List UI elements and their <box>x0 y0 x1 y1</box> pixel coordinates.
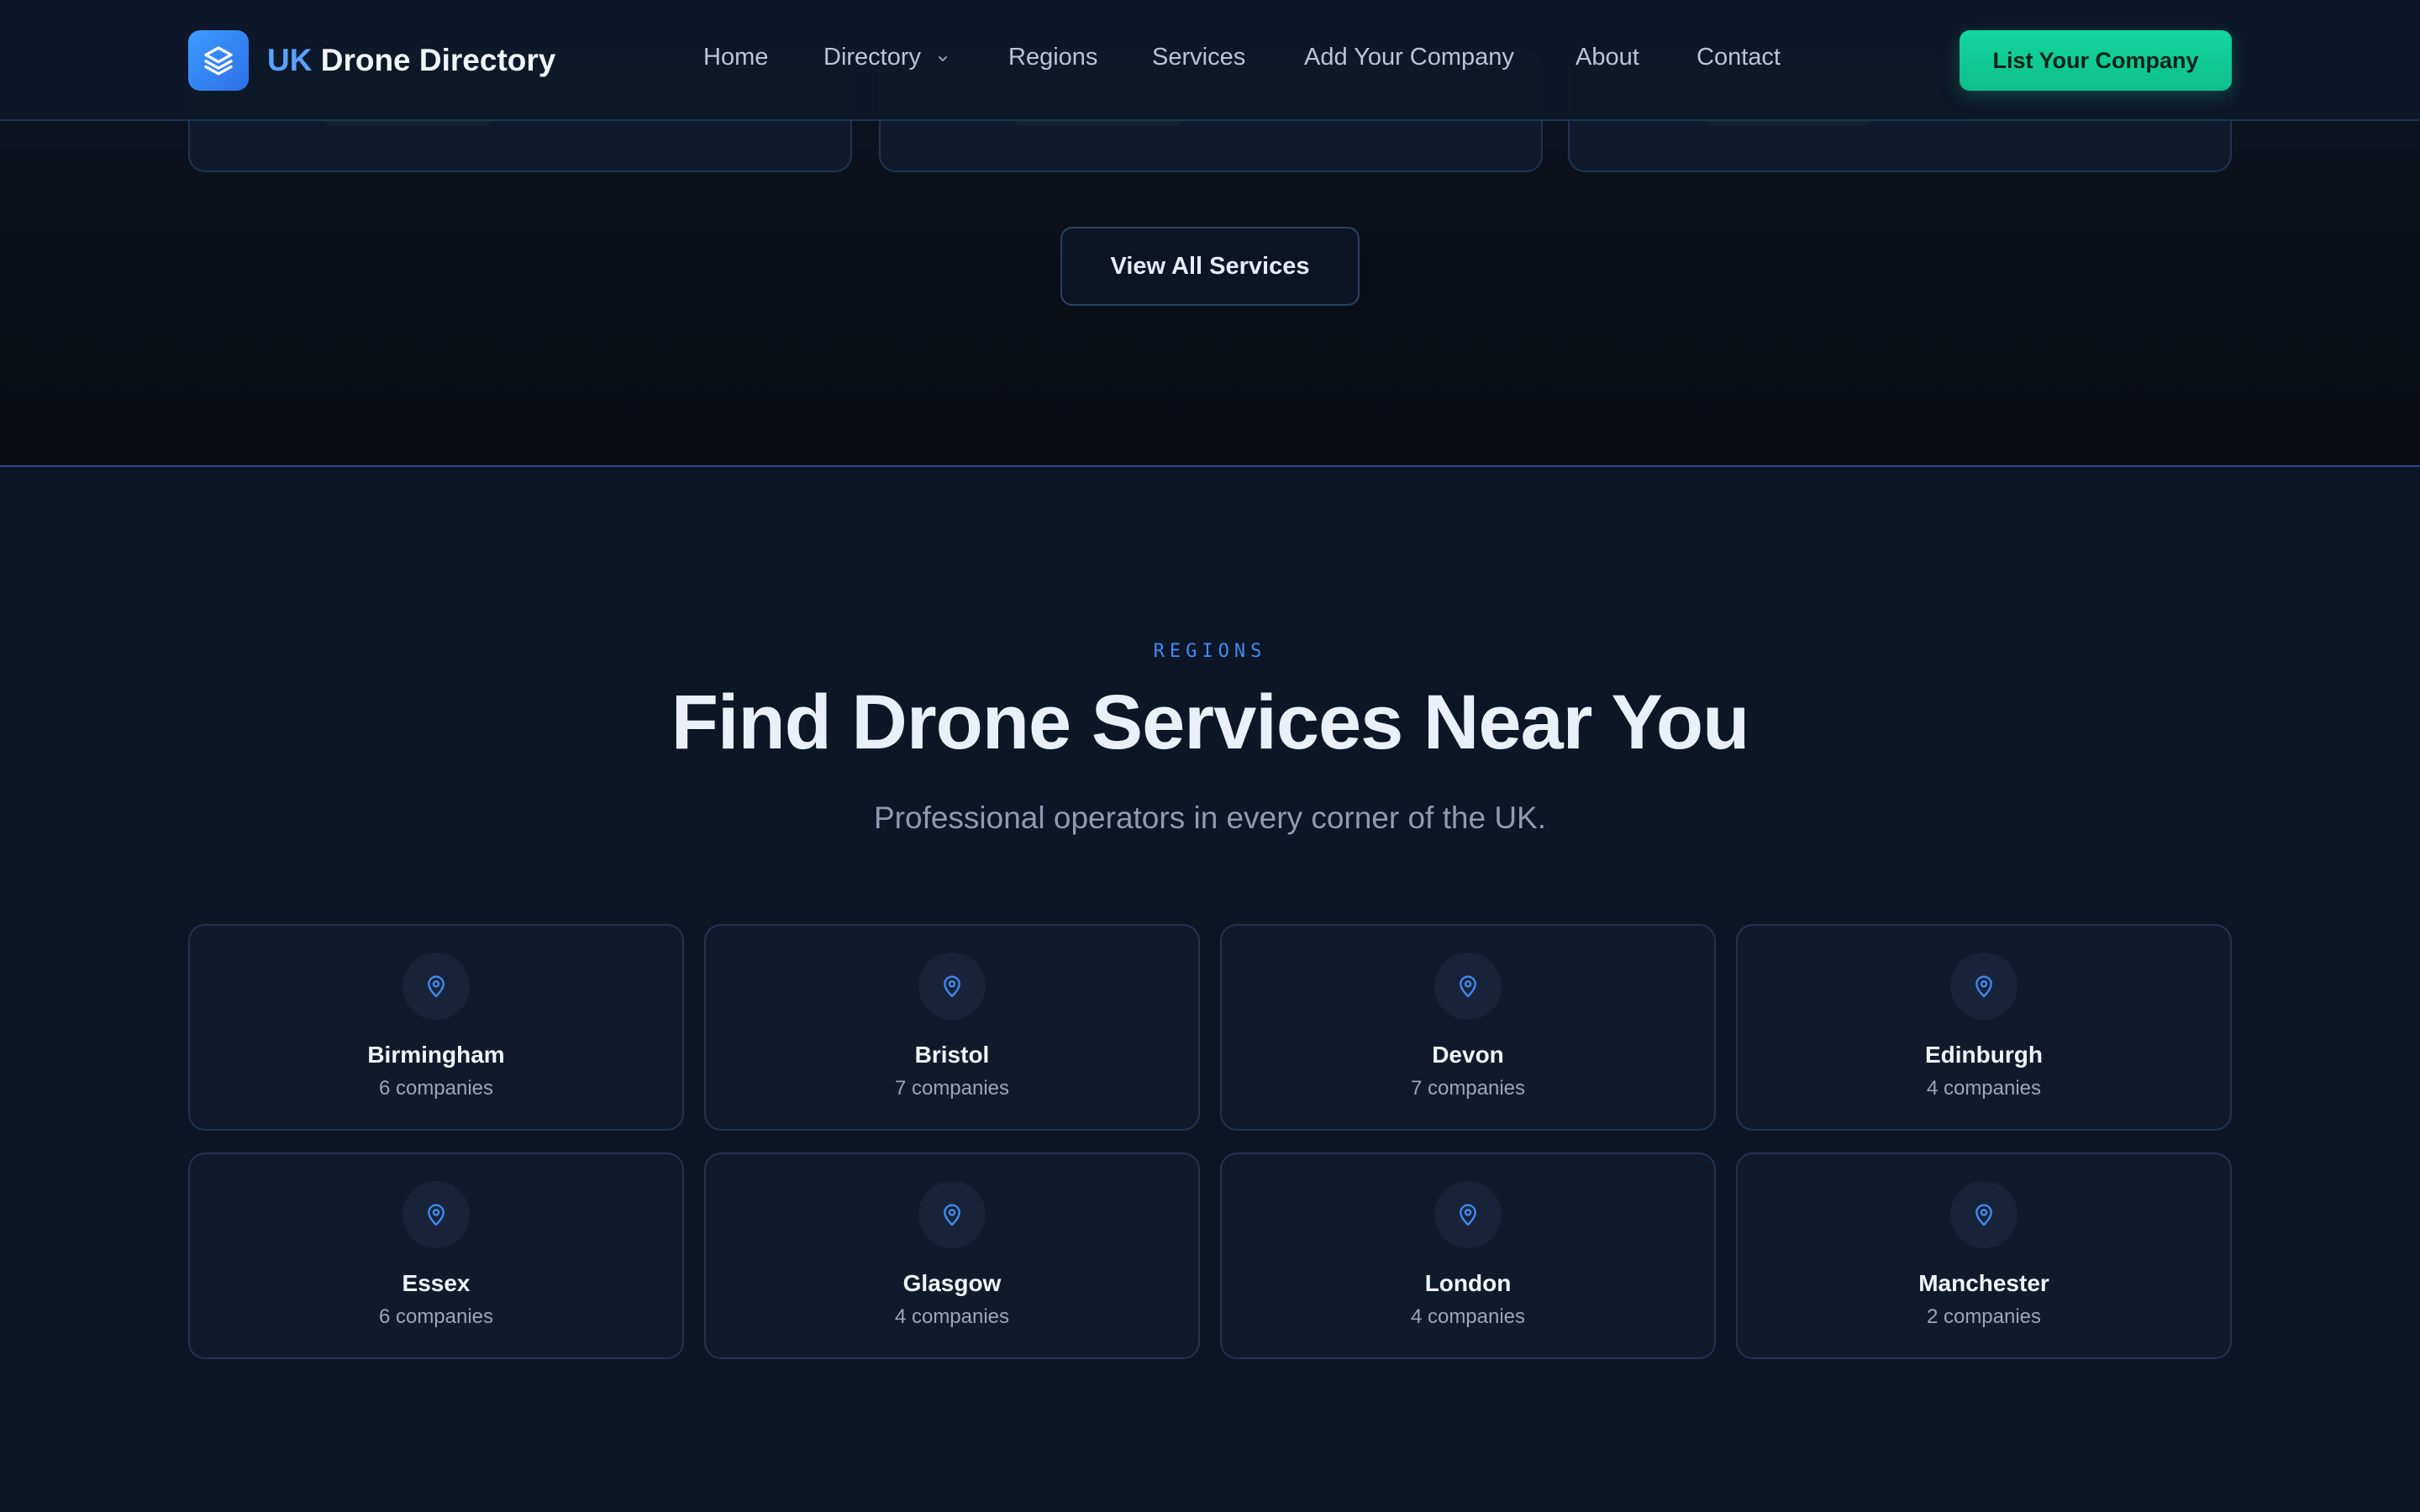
region-count: 7 companies <box>894 1077 1010 1100</box>
map-pin-icon <box>918 1181 986 1248</box>
list-your-company-button[interactable]: List Your Company <box>1960 30 2232 91</box>
region-card-manchester[interactable]: Manchester 2 companies <box>1736 1152 2232 1359</box>
nav-item-directory[interactable]: Directory <box>823 44 950 72</box>
region-name: Manchester <box>1918 1270 2049 1296</box>
map-pin-icon <box>1950 953 2018 1020</box>
nav-item-contact[interactable]: Contact <box>1697 44 1781 71</box>
region-card-bristol[interactable]: Bristol 7 companies <box>704 924 1200 1131</box>
region-card-birmingham[interactable]: Birmingham 6 companies <box>188 924 684 1131</box>
region-card-devon[interactable]: Devon 7 companies <box>1220 924 1716 1131</box>
region-count: 7 companies <box>1410 1077 1526 1100</box>
map-pin-icon <box>1434 953 1502 1020</box>
region-name: Essex <box>402 1270 471 1296</box>
region-name: Edinburgh <box>1925 1042 2043 1068</box>
nav-item-directory-label: Directory <box>823 44 922 71</box>
region-card-essex[interactable]: Essex 6 companies <box>188 1152 684 1359</box>
region-count: 2 companies <box>1926 1305 2042 1328</box>
nav-item-add-your-company[interactable]: Add Your Company <box>1304 44 1514 71</box>
map-pin-icon <box>1434 1181 1502 1248</box>
section-title: Find Drone Services Near You <box>671 680 1750 765</box>
region-count: 4 companies <box>1410 1305 1526 1328</box>
regions-grid: Birmingham 6 companies Bristol 7 compani… <box>188 924 2232 1359</box>
nav-item-home[interactable]: Home <box>703 44 768 71</box>
region-count: 6 companies <box>378 1305 494 1328</box>
region-card-glasgow[interactable]: Glasgow 4 companies <box>704 1152 1200 1359</box>
nav-item-services[interactable]: Services <box>1152 44 1245 71</box>
region-card-london[interactable]: London 4 companies <box>1220 1152 1716 1359</box>
region-count: 4 companies <box>1926 1077 2042 1100</box>
section-subtitle: Professional operators in every corner o… <box>874 801 1546 835</box>
region-name: Glasgow <box>902 1270 1002 1296</box>
site-header: UK Drone Directory Home Directory Region… <box>0 0 2420 121</box>
region-count: 4 companies <box>894 1305 1010 1328</box>
nav-item-about[interactable]: About <box>1576 44 1639 71</box>
region-name: Bristol <box>914 1042 990 1068</box>
map-pin-icon <box>918 953 986 1020</box>
region-name: London <box>1424 1270 1512 1296</box>
map-pin-icon <box>402 953 470 1020</box>
map-pin-icon <box>1950 1181 2018 1248</box>
map-pin-icon <box>402 1181 470 1248</box>
region-count: 6 companies <box>378 1077 494 1100</box>
view-all-services-button[interactable]: View All Services <box>1060 227 1360 306</box>
section-eyebrow: REGIONS <box>1153 641 1267 662</box>
chevron-down-icon <box>936 45 950 72</box>
region-name: Birmingham <box>367 1042 505 1068</box>
region-name: Devon <box>1432 1042 1504 1068</box>
region-card-edinburgh[interactable]: Edinburgh 4 companies <box>1736 924 2232 1131</box>
nav-item-regions[interactable]: Regions <box>1008 44 1097 71</box>
